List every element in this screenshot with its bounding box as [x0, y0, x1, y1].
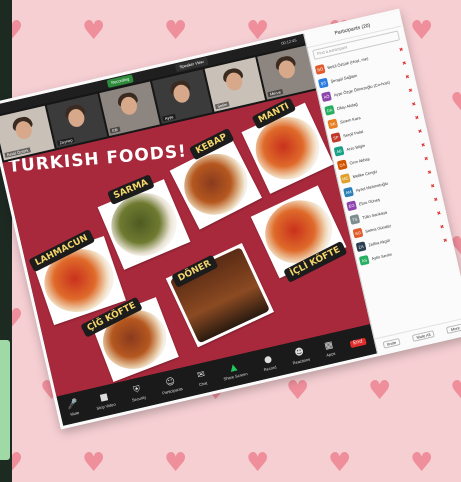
left-device-edge	[0, 0, 12, 482]
end-meeting-button[interactable]: End	[349, 337, 367, 348]
chat-button[interactable]: ✉ Chat	[196, 369, 208, 387]
heart-icon: ♥	[328, 448, 352, 478]
thumb-name: Merve	[267, 88, 284, 98]
muted-mic-icon: ✖	[439, 224, 445, 231]
thumb-name: Selim	[214, 101, 230, 110]
apps-button[interactable]: ▦ Apps	[323, 340, 336, 358]
video-button[interactable]: ■ Stop Video	[94, 391, 116, 411]
heart-icon: ♥	[246, 448, 270, 478]
heart-icon: ♥	[286, 376, 310, 406]
chat-icon: ✉	[196, 369, 206, 381]
heart-icon: ♥	[82, 448, 106, 478]
avatar: AÖ	[320, 90, 332, 102]
dish-photo	[165, 243, 275, 348]
heart-icon: ♥	[164, 448, 188, 478]
thumb-name: Elif	[109, 126, 121, 134]
muted-mic-icon: ✖	[426, 169, 433, 177]
muted-mic-icon: ✖	[433, 196, 439, 204]
end-icon: End	[349, 337, 367, 348]
avatar: BÖ	[314, 63, 326, 75]
avatar: SG	[352, 227, 364, 238]
muted-mic-icon: ✖	[414, 114, 420, 122]
record-button[interactable]: ● Record	[261, 354, 277, 372]
tool-label: Mute	[69, 409, 80, 417]
tool-label: Security	[131, 394, 147, 403]
muted-mic-icon: ✖	[436, 210, 442, 218]
avatar: ZA	[355, 240, 367, 252]
muted-mic-icon: ✖	[430, 183, 436, 190]
share-screen-button[interactable]: ▲ Share Screen	[221, 361, 248, 381]
tool-label: Share Screen	[222, 370, 248, 381]
muted-mic-icon: ✖	[401, 60, 408, 68]
avatar: EG	[346, 199, 357, 211]
avatar: AS	[358, 254, 370, 266]
tool-label: Chat	[198, 379, 208, 387]
heart-icon: ♥	[450, 378, 461, 404]
avatar: DA	[324, 104, 335, 116]
muted-mic-icon: ✖	[417, 128, 423, 136]
avatar: MC	[339, 172, 351, 184]
thumb-name: Ayşe	[162, 113, 176, 122]
reactions-button[interactable]: ☻ Reactions	[290, 346, 310, 365]
muted-mic-icon: ✖	[404, 74, 411, 81]
avatar: SK	[327, 118, 339, 129]
avatar: SP	[330, 131, 342, 143]
muted-mic-icon: ✖	[423, 155, 430, 163]
heart-icon: ♥	[410, 16, 434, 46]
security-icon: ⛨	[132, 384, 142, 396]
thumb-name: Zeynep	[57, 137, 76, 146]
avatar: AB	[333, 145, 345, 157]
muted-mic-icon: ✖	[420, 142, 427, 150]
avatar: CA	[336, 158, 348, 170]
more-button[interactable]: More	[446, 322, 461, 334]
mute-button[interactable]: 🎤 Mute	[66, 399, 80, 417]
heart-icon: ♥	[410, 448, 434, 478]
muted-mic-icon: ✖	[398, 46, 405, 54]
muted-mic-icon: ✖	[442, 237, 449, 245]
avatar: ŞS	[317, 77, 329, 88]
avatar: AM	[342, 186, 354, 198]
heart-icon: ♥	[164, 16, 188, 46]
share-icon: ▲	[228, 361, 238, 374]
mute-all-button[interactable]: Mute All	[411, 329, 435, 342]
participants-button[interactable]: ☺ Participants	[159, 376, 183, 395]
avatar: TS	[349, 213, 361, 225]
invite-button[interactable]: Invite	[381, 337, 401, 349]
tool-label: Apps	[325, 350, 336, 358]
tool-label: Participants	[161, 385, 184, 396]
muted-mic-icon: ✖	[411, 101, 417, 109]
heart-icon: ♥	[368, 376, 392, 406]
tool-label: Stop Video	[95, 401, 116, 411]
muted-mic-icon: ✖	[408, 87, 414, 95]
security-button[interactable]: ⛨ Security	[129, 384, 146, 402]
edge-chip	[0, 340, 10, 460]
heart-icon: ♥	[450, 90, 461, 116]
heart-icon: ♥	[82, 16, 106, 46]
